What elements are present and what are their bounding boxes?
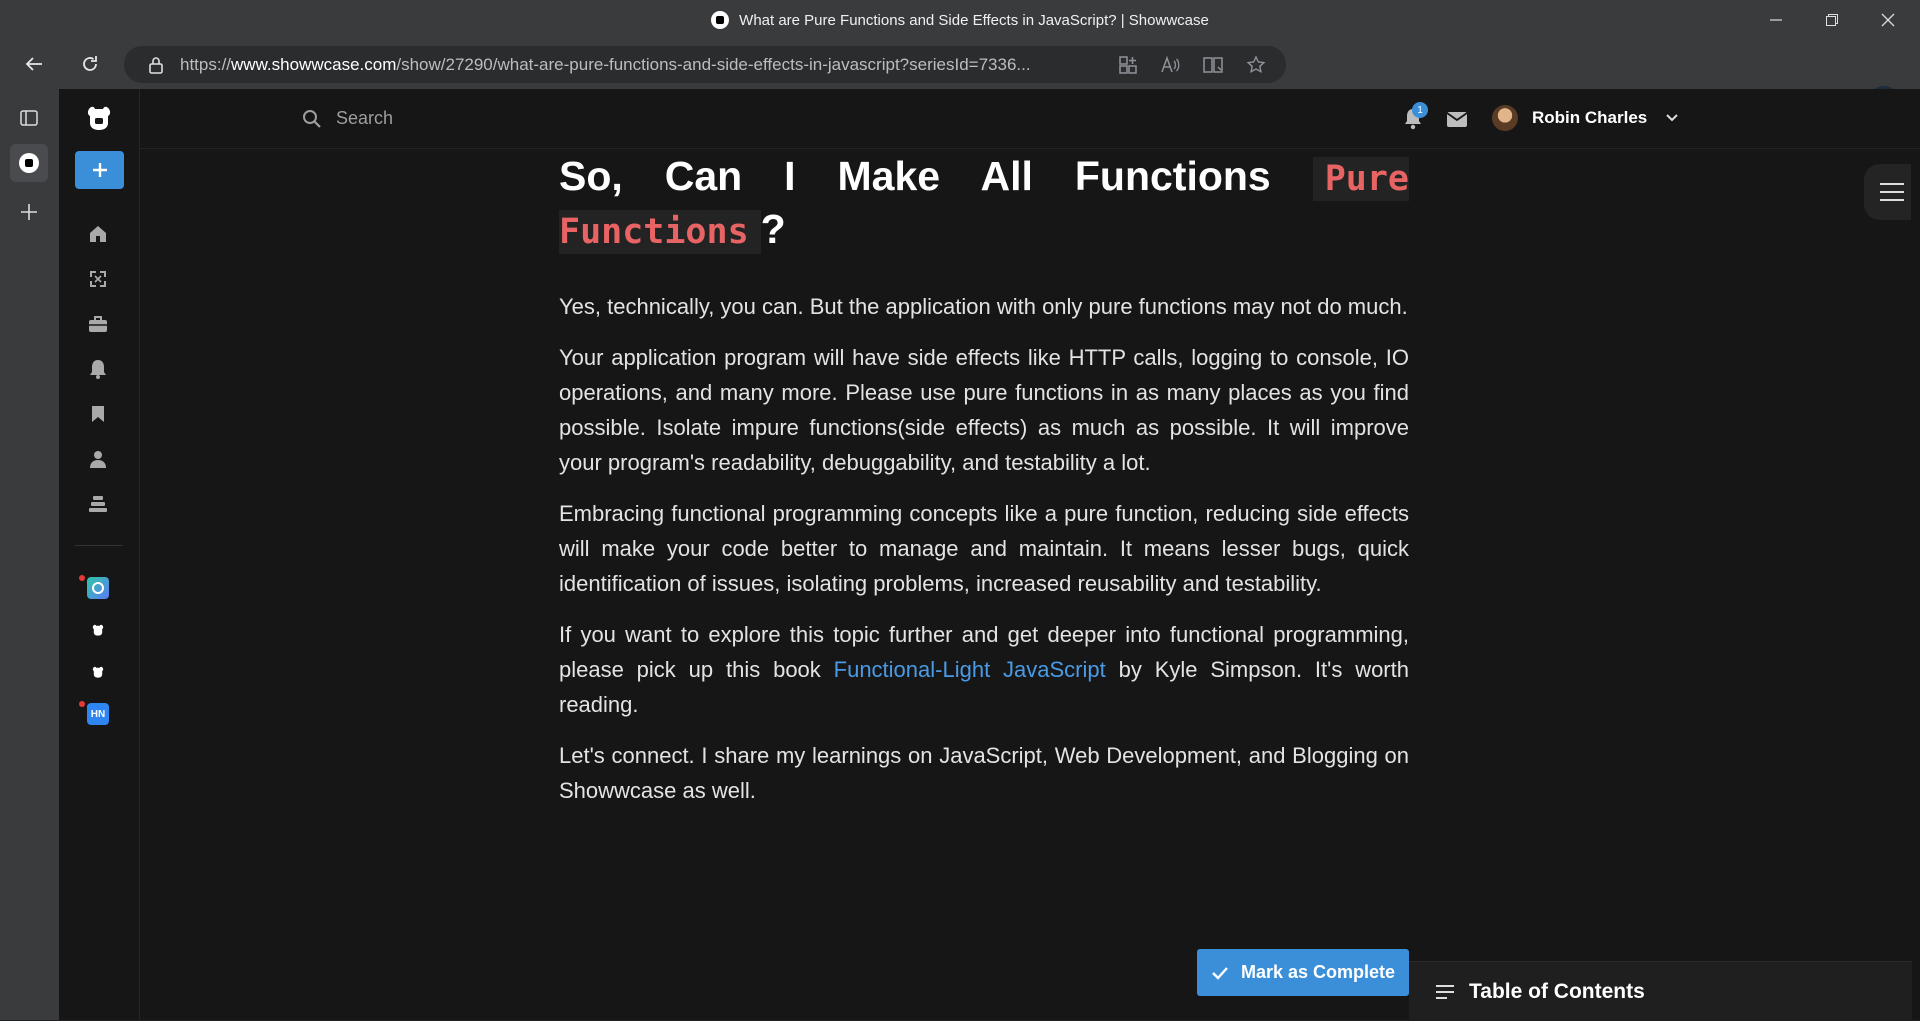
immersive-reader-icon[interactable] [1202,55,1224,75]
bell-icon[interactable] [85,356,111,382]
paragraph-1: Yes, technically, you can. But the appli… [559,294,1408,319]
browser-toolbar: https://www.showwcase.com/show/27290/wha… [0,40,1920,122]
refresh-icon[interactable] [72,46,108,82]
mark-complete-label: Mark as Complete [1240,962,1396,982]
home-icon[interactable] [85,221,111,247]
user-name: Robin Charles [1532,108,1648,127]
url-prefix: https:// [180,54,232,74]
url-path: /show/27290/what-are-pure-functions-and-… [396,54,1031,74]
table-of-contents-bar[interactable]: Table of Contents [1409,961,1912,1021]
unread-dot [79,701,85,707]
check-icon [1212,966,1228,980]
notification-badge: 1 [1412,102,1428,118]
community-showwcase-2-icon[interactable] [87,661,109,683]
user-avatar [1492,105,1518,131]
tab-actions-icon[interactable] [14,103,44,133]
create-post-button[interactable] [75,151,124,189]
community-colorful-icon[interactable] [87,577,109,599]
apps-icon[interactable] [1118,55,1138,75]
page-scrollbar[interactable] [1911,149,1920,1020]
url-domain: www.showwcase.com [231,54,397,74]
search-bar[interactable]: Search [302,89,393,148]
tab-title: What are Pure Functions and Side Effects… [739,11,1209,29]
messages-icon[interactable] [1444,106,1470,132]
bookmark-icon[interactable] [85,401,111,427]
browser-title-bar: What are Pure Functions and Side Effects… [0,0,1920,40]
showwcase-logo-icon[interactable] [84,103,114,133]
edge-vertical-tabs [0,89,59,1020]
paragraph-5: Let's connect. I share my learnings on J… [559,743,1409,803]
briefcase-icon[interactable] [85,311,111,337]
heading-text: So, Can I Make All Functions [559,153,1313,199]
unread-dot [79,575,85,581]
heading-end: ? [760,206,786,252]
showwcase-favicon-icon [711,11,730,29]
mark-as-complete-button[interactable]: Mark as Complete [1197,949,1409,996]
close-icon[interactable] [1860,0,1916,40]
community-showwcase-1-icon[interactable] [87,619,109,641]
section-heading: So, Can I Make All Functions Pure Functi… [559,149,1409,257]
profile-icon[interactable] [85,446,111,472]
url-text[interactable]: https://www.showwcase.com/show/27290/wha… [180,55,1080,75]
community-hn-icon[interactable]: HN [87,703,109,725]
favorite-star-icon[interactable] [1246,54,1266,75]
table-of-contents-label: Table of Contents [1469,979,1645,1003]
search-input[interactable]: Search [336,108,393,129]
list-icon [1436,984,1454,999]
nav-divider [75,545,123,546]
paragraph-2: Your application program will have side … [559,345,1409,475]
paragraph-4: If you want to explore this topic furthe… [559,617,1409,722]
chevron-down-icon [1666,114,1678,122]
app-sidebar: HN [59,89,140,1020]
app-header: Search 1 Robin Charles [140,89,1920,149]
back-icon[interactable] [16,46,52,82]
showwcase-tab-icon[interactable] [10,144,48,182]
stack-icon[interactable] [85,491,111,517]
main-content: So, Can I Make All Functions Pure Functi… [140,149,1920,1020]
search-icon [303,109,321,128]
restore-icon[interactable] [1804,0,1860,40]
article-body: So, Can I Make All Functions Pure Functi… [559,149,1409,824]
paragraph-3: Embracing functional programming concept… [559,501,1409,596]
book-link[interactable]: Functional-Light JavaScript [834,657,1106,682]
lock-icon[interactable] [146,55,166,75]
new-tab-plus-icon[interactable] [14,197,44,227]
user-menu[interactable]: Robin Charles [1492,101,1679,135]
address-bar[interactable]: https://www.showwcase.com/show/27290/wha… [124,46,1286,83]
minimize-icon[interactable] [1748,0,1804,40]
read-aloud-icon[interactable] [1160,55,1180,75]
expand-icon[interactable] [85,266,111,292]
